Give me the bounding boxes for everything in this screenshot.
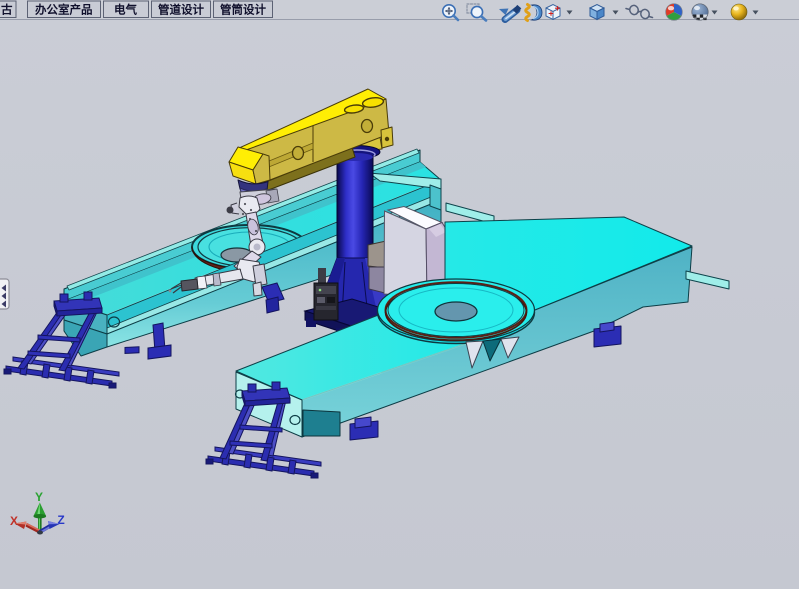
svg-text:管筒设计: 管筒设计 bbox=[220, 3, 266, 17]
svg-text:电气: 电气 bbox=[114, 3, 137, 17]
svg-text:办公室产品: 办公室产品 bbox=[35, 3, 93, 17]
svg-text:Z: Z bbox=[57, 513, 64, 527]
svg-text:管道设计: 管道设计 bbox=[158, 3, 204, 17]
svg-text:Y: Y bbox=[35, 490, 43, 504]
svg-text:X: X bbox=[10, 514, 18, 528]
svg-text:古: 古 bbox=[1, 3, 13, 17]
